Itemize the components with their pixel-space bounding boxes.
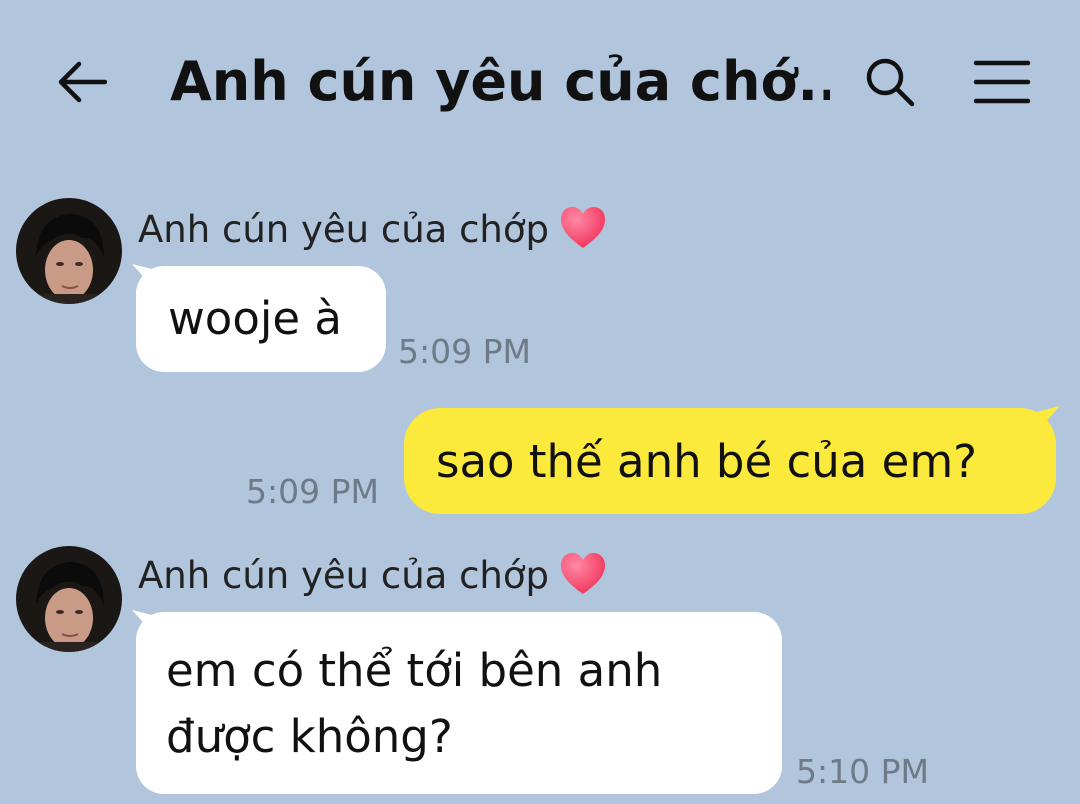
back-button[interactable] xyxy=(52,52,112,112)
avatar[interactable] xyxy=(16,546,122,652)
bubble-tail xyxy=(132,264,156,284)
message-bubble-incoming[interactable]: wooje à xyxy=(132,264,386,372)
bubble-tail xyxy=(132,610,156,630)
chat-header: Anh cún yêu của chớ... xyxy=(0,0,1080,160)
sender-name-text: Anh cún yêu của chớp xyxy=(138,208,549,251)
arrow-left-icon xyxy=(58,61,107,103)
chat-title: Anh cún yêu của chớ... xyxy=(170,50,830,113)
message-text-line: em có thể tới bên anh xyxy=(166,644,663,697)
menu-button[interactable] xyxy=(966,50,1038,114)
message-text: wooje à xyxy=(168,292,342,345)
sender-name: Anh cún yêu của chớp xyxy=(138,552,607,599)
sender-name: Anh cún yêu của chớp xyxy=(138,206,607,253)
heart-icon xyxy=(561,207,605,248)
message-text: sao thế anh bé của em? xyxy=(436,434,978,488)
sender-name-text: Anh cún yêu của chớp xyxy=(138,554,549,597)
search-icon xyxy=(866,58,915,107)
avatar-image xyxy=(16,198,122,304)
message-bubble-incoming[interactable]: em có thể tới bên anh được không? xyxy=(132,610,782,794)
message-bubble-outgoing[interactable]: sao thế anh bé của em? xyxy=(404,406,1060,514)
message-text-line: được không? xyxy=(166,710,453,763)
bubble-tail xyxy=(1036,406,1060,426)
message-time: 5:09 PM xyxy=(398,332,531,371)
search-button[interactable] xyxy=(858,50,922,114)
avatar[interactable] xyxy=(16,198,122,304)
message-time: 5:10 PM xyxy=(796,752,929,791)
avatar-image xyxy=(16,546,122,652)
hamburger-menu-icon xyxy=(973,60,1031,104)
heart-icon xyxy=(561,553,605,594)
message-time: 5:09 PM xyxy=(246,472,379,511)
